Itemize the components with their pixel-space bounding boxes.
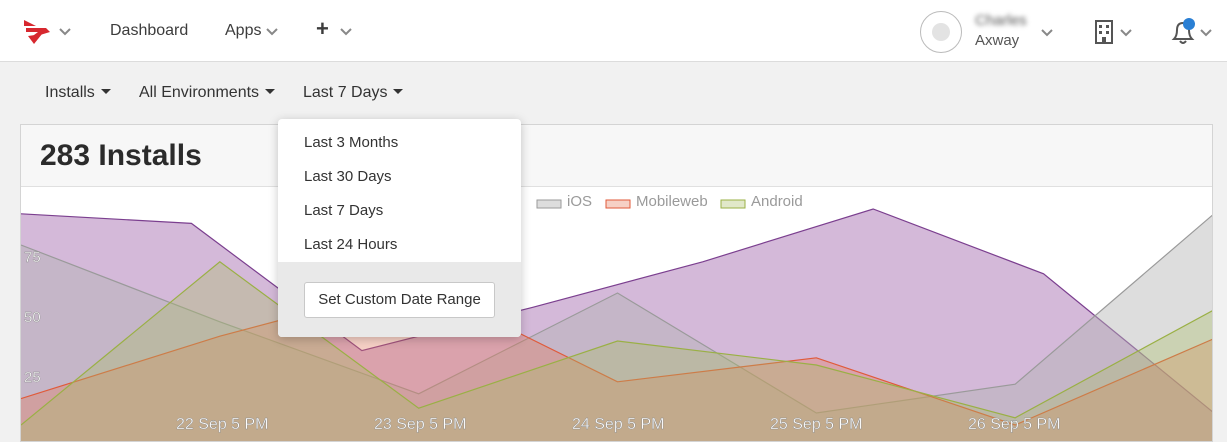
building-icon[interactable]: [1094, 20, 1114, 44]
chevron-down-icon[interactable]: [1041, 29, 1053, 37]
installs-panel: 283 Installs 25 50 75 22 Sep 5 PM 23 Sep 5 P…: [20, 124, 1213, 442]
metric-filter-label: Installs: [45, 84, 95, 101]
x-tick-label: 22 Sep 5 PM: [176, 416, 269, 433]
installs-area-chart: 25 50 75 22 Sep 5 PM 23 Sep 5 PM 24 Sep 5 PM 2…: [21, 193, 1212, 441]
menu-item-last-3-months[interactable]: Last 3 Months: [304, 134, 398, 151]
y-tick-label-75: 75: [24, 249, 41, 266]
environment-filter-label: All Environments: [139, 84, 260, 101]
x-tick-label: 23 Sep 5 PM: [374, 416, 467, 433]
nav-apps[interactable]: Apps: [225, 22, 261, 40]
date-range-label: Last 7 Days: [303, 84, 388, 101]
date-range-menu: Last 3 Months Last 30 Days Last 7 Days L…: [278, 119, 521, 337]
chevron-down-icon[interactable]: [266, 28, 278, 36]
avatar-icon: [932, 23, 950, 41]
axway-logo-icon[interactable]: [22, 16, 52, 46]
user-name[interactable]: Charles: [975, 12, 1027, 29]
chevron-down-icon[interactable]: [1120, 29, 1132, 37]
menu-item-last-7-days[interactable]: Last 7 Days: [304, 202, 383, 219]
set-custom-date-range-button[interactable]: Set Custom Date Range: [304, 282, 495, 318]
legend-label-3: Android: [751, 193, 803, 210]
x-tick-label: 24 Sep 5 PM: [572, 416, 665, 433]
date-range-dropdown[interactable]: Last 7 Days: [303, 84, 404, 102]
chevron-down-icon[interactable]: [340, 28, 352, 36]
legend-label-2: Mobileweb: [636, 193, 708, 210]
panel-title: 283 Installs: [40, 139, 202, 172]
org-name[interactable]: Axway: [975, 32, 1019, 49]
top-navigation-bar: Dashboard Apps + Charles Axway: [0, 0, 1227, 62]
metric-filter-dropdown[interactable]: Installs: [45, 84, 111, 102]
bell-icon[interactable]: [1170, 18, 1196, 46]
plus-icon[interactable]: +: [316, 18, 329, 40]
legend-swatch-2: [605, 199, 631, 209]
notification-dot: [1183, 18, 1195, 30]
legend-swatch-3: [720, 199, 746, 209]
menu-footer: Set Custom Date Range: [278, 262, 521, 337]
chevron-down-icon[interactable]: [59, 28, 71, 36]
x-tick-label: 26 Sep 5 PM: [968, 416, 1061, 433]
y-tick-label-50: 50: [24, 309, 41, 326]
caret-down-icon: [100, 89, 111, 94]
user-avatar[interactable]: [920, 11, 962, 53]
caret-down-icon: [393, 89, 404, 94]
y-tick-label-25: 25: [24, 369, 41, 386]
panel-header: 283 Installs: [21, 125, 1212, 187]
caret-down-icon: [265, 89, 276, 94]
environment-filter-dropdown[interactable]: All Environments: [139, 84, 276, 102]
legend-label-1: iOS: [567, 193, 592, 210]
legend-swatch-1: [536, 199, 562, 209]
menu-item-last-24-hours[interactable]: Last 24 Hours: [304, 236, 397, 253]
nav-dashboard[interactable]: Dashboard: [110, 22, 188, 40]
chevron-down-icon[interactable]: [1200, 29, 1212, 37]
menu-item-last-30-days[interactable]: Last 30 Days: [304, 168, 392, 185]
x-tick-label: 25 Sep 5 PM: [770, 416, 863, 433]
